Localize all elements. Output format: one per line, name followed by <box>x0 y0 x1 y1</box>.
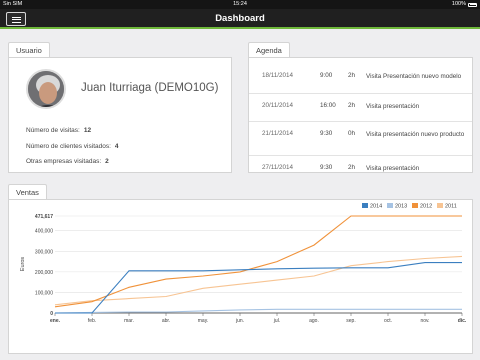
y-tick-label: 471,617 <box>35 214 53 220</box>
series-line-2012[interactable] <box>54 215 462 308</box>
y-tick-label: 400,000 <box>35 229 53 235</box>
x-tick-label: nov. <box>420 318 429 324</box>
x-tick-label: oct. <box>384 318 392 324</box>
sales-line-chart: 471,617 400,000 300,000 200,000 100,000 0 ene… <box>20 214 467 324</box>
y-tick-label: 100,000 <box>35 290 53 296</box>
x-tick-label: dic. <box>458 318 467 324</box>
series-line-2014[interactable] <box>55 262 462 314</box>
x-tick-label: jul. <box>273 318 280 324</box>
x-tick-label: mar. <box>124 318 134 324</box>
y-tick-label: 200,000 <box>35 270 53 276</box>
series-line-2011[interactable] <box>54 255 463 306</box>
x-tick-label: jun. <box>235 318 244 324</box>
series-line-2013[interactable] <box>54 308 462 314</box>
x-tick-label: ene. <box>50 318 61 324</box>
x-tick-label: feb. <box>88 318 96 324</box>
y-tick-label: 0 <box>50 311 53 317</box>
y-axis-title: Euros <box>20 257 26 272</box>
x-tick-label: may. <box>198 318 208 324</box>
x-tick-label: abr. <box>162 318 170 324</box>
x-tick-label: ago. <box>309 318 319 324</box>
y-tick-label: 300,000 <box>35 249 53 255</box>
x-tick-label: sep. <box>346 318 355 324</box>
